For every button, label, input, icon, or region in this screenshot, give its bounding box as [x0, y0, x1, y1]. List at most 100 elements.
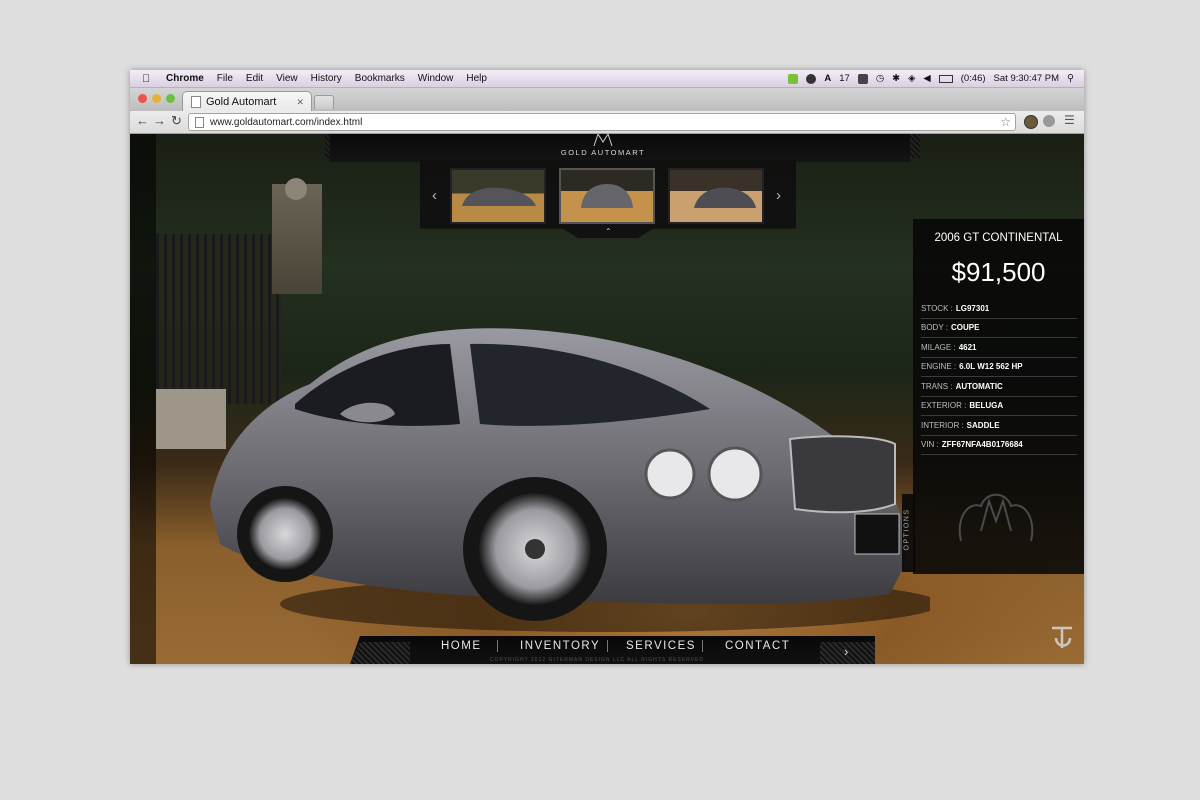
vehicle-spec-panel: 2006 GT CONTINENTAL $91,500 STOCK : LG973… [913, 219, 1084, 574]
spec-value: ZFF67NFA4B0176684 [941, 440, 1023, 450]
spec-value: LG97301 [955, 303, 990, 313]
left-shade [130, 134, 156, 664]
pillar-ornament [285, 178, 307, 200]
vehicle-price: $91,500 [951, 257, 1046, 287]
browser-tab[interactable]: Gold Automart ✕ [182, 91, 312, 112]
menu-window[interactable]: Window [418, 73, 454, 84]
spec-row-engine: ENGINE :6.0L W12 562 HP [921, 358, 1077, 377]
reload-icon[interactable]: ↻ [171, 113, 182, 129]
dropbox-icon[interactable] [857, 73, 868, 84]
time-machine-icon[interactable]: ◷ [876, 73, 884, 84]
nav-home[interactable]: HOME [441, 640, 482, 652]
page-icon [195, 116, 204, 128]
bottom-nav-left-texture [350, 642, 410, 664]
battery-time: (0:46) [960, 73, 986, 84]
thumbnail-2[interactable] [559, 168, 655, 224]
dealer-crest-icon [958, 493, 1034, 542]
tab-close-icon[interactable]: ✕ [296, 97, 304, 108]
vehicle-title: 2006 GT CONTINENTAL [934, 232, 1063, 244]
address-bar[interactable]: www.goldautomart.com/index.html ☆ [188, 113, 1016, 131]
window-close-button[interactable] [138, 94, 147, 103]
site-logo[interactable]: GOLD AUTOMART [548, 134, 658, 164]
options-label: OPTIONS [903, 508, 911, 551]
url-text: www.goldautomart.com/index.html [210, 116, 363, 128]
spotlight-search-icon[interactable]: ⚲ [1067, 73, 1074, 84]
spec-row-interior: INTERIOR : SADDLE [921, 416, 1077, 436]
spec-row-milage: MILAGE :4621 [921, 338, 1077, 358]
menu-file[interactable]: File [217, 73, 233, 84]
carousel-prev-icon[interactable]: ‹ [432, 187, 437, 204]
spec-label: ENGINE : [921, 362, 957, 372]
menubar-clock[interactable]: Sat 9:30:47 PM [994, 73, 1059, 84]
browser-toolbar: ← → ↻ www.goldautomart.com/index.html ☆ … [130, 111, 1084, 134]
thumbnail-carousel: ‹ › ⌃ [420, 160, 796, 238]
spec-value: SADDLE [966, 420, 1000, 430]
spec-value: 4621 [958, 342, 977, 352]
wifi-icon[interactable]: ◈ [908, 73, 915, 84]
spec-value: BELUGA [969, 401, 1004, 411]
menu-edit[interactable]: Edit [246, 73, 263, 84]
menu-view[interactable]: View [276, 73, 298, 84]
website-page: GOLD AUTOMART ‹ › ⌃ 2006 GT CONTINENTAL … [130, 134, 1084, 664]
page-favicon-icon [191, 96, 201, 108]
battery-icon[interactable] [938, 74, 953, 83]
spec-row-trans: TRANS : AUTOMATIC [921, 377, 1077, 397]
nav-inventory[interactable]: INVENTORY [520, 640, 600, 652]
bluetooth-icon[interactable]: ✱ [892, 73, 900, 84]
nav-separator [497, 640, 498, 652]
nav-separator [702, 640, 703, 652]
designer-mark-icon[interactable] [1048, 622, 1076, 652]
options-tab[interactable]: OPTIONS [902, 494, 915, 572]
window-zoom-button[interactable] [166, 94, 175, 103]
menu-app-name[interactable]: Chrome [166, 73, 204, 84]
mac-menubar:  Chrome File Edit View History Bookmark… [130, 70, 1084, 88]
menu-history[interactable]: History [311, 73, 342, 84]
tab-strip: Gold Automart ✕ [130, 88, 1084, 112]
adobe-update-count: 17 [839, 73, 850, 84]
evernote-icon[interactable] [788, 73, 799, 84]
nav-separator [607, 640, 608, 652]
back-arrow-icon[interactable]: ← [136, 113, 149, 128]
spec-label: EXTERIOR : [921, 401, 967, 411]
carousel-next-icon[interactable]: › [776, 187, 781, 204]
spec-row-vin: VIN : ZFF67NFA4B0176684 [921, 436, 1077, 455]
spec-row-stock: STOCK : LG97301 [921, 299, 1077, 319]
window-minimize-button[interactable] [152, 94, 161, 103]
spec-row-exterior: EXTERIOR : BELUGA [921, 397, 1077, 416]
spec-list: STOCK : LG97301 BODY : COUPE MILAGE :4621 … [921, 299, 1077, 455]
adobe-updates-icon[interactable]: A [824, 73, 831, 84]
tab-title: Gold Automart [206, 96, 277, 108]
nav-contact[interactable]: CONTACT [725, 640, 790, 652]
spec-value: COUPE [950, 323, 980, 333]
apple-icon[interactable]:  [142, 73, 156, 85]
bookmark-star-icon[interactable]: ☆ [1000, 115, 1011, 129]
browser-window:  Chrome File Edit View History Bookmark… [130, 70, 1084, 664]
extension-icon[interactable] [1024, 115, 1038, 129]
thumbnail-3[interactable] [668, 168, 764, 224]
spec-row-body: BODY : COUPE [921, 319, 1077, 338]
nav-next-arrow-icon[interactable]: › [844, 644, 848, 659]
thumbnail-1-car [462, 187, 536, 206]
spec-value: 6.0L W12 562 HP [959, 362, 1023, 372]
thumbnail-1[interactable] [450, 168, 546, 224]
extension-gear-icon[interactable] [1043, 115, 1055, 127]
alfred-icon[interactable] [806, 73, 817, 84]
menu-help[interactable]: Help [466, 73, 487, 84]
spec-label: INTERIOR : [921, 420, 964, 430]
volume-icon[interactable]: ◀ [923, 73, 930, 84]
menubar-status-area: A 17 ◷ ✱ ◈ ◀ (0:46) Sat 9:30:47 PM ⚲ [788, 73, 1084, 84]
new-tab-button[interactable] [314, 95, 334, 109]
nav-services[interactable]: SERVICES [626, 640, 696, 652]
carousel-collapse-icon[interactable]: ⌃ [605, 227, 612, 236]
spec-label: TRANS : [921, 381, 953, 391]
forward-arrow-icon[interactable]: → [153, 113, 166, 128]
thumbnail-3-car [694, 187, 756, 208]
spec-label: VIN : [921, 440, 939, 450]
spec-label: BODY : [921, 323, 948, 333]
menu-bookmarks[interactable]: Bookmarks [355, 73, 405, 84]
copyright-text: COPYRIGHT 2012 GITERMAN DESIGN LLC ALL R… [490, 657, 704, 663]
wrench-menu-icon[interactable]: ☰ [1064, 113, 1075, 127]
hero-car-image [210, 328, 930, 632]
spec-label: MILAGE : [921, 342, 956, 352]
spec-label: STOCK : [921, 303, 953, 313]
